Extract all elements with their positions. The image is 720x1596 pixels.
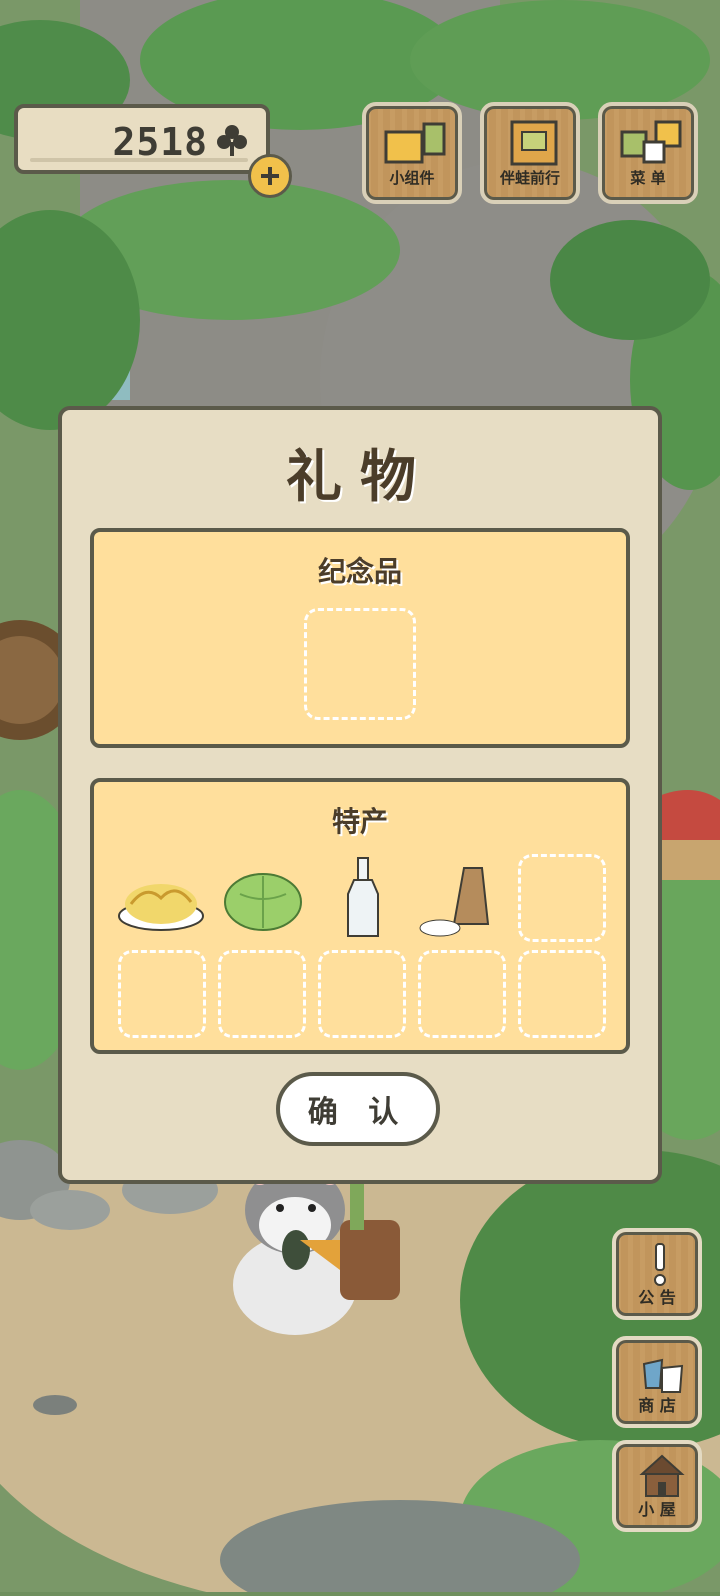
notice-button-label: 公 告 — [638, 1288, 676, 1307]
fried-noodles-icon[interactable] — [116, 854, 206, 944]
journal-icon — [510, 120, 558, 166]
specialty-slot[interactable] — [518, 854, 606, 942]
menu-button[interactable]: 菜 单 — [598, 102, 698, 204]
house-icon — [639, 1454, 685, 1497]
dialog-title: 礼物 — [286, 444, 434, 510]
menu-button-label: 菜 单 — [630, 169, 666, 187]
exclamation-icon — [654, 1243, 666, 1286]
clover-counter: 2518 — [14, 104, 270, 174]
shop-button[interactable]: 商 店 — [612, 1336, 702, 1428]
rice-sack-icon[interactable] — [418, 854, 508, 944]
confirm-button[interactable]: 确 认 — [276, 1072, 440, 1146]
shop-bags-icon — [642, 1358, 684, 1393]
widget-button-label: 小组件 — [389, 169, 435, 187]
souvenir-panel: 纪念品 — [90, 528, 630, 748]
clover-icon — [217, 125, 247, 156]
specialty-slot[interactable] — [518, 950, 606, 1038]
widget-icon — [384, 122, 446, 164]
specialty-slot[interactable] — [418, 950, 506, 1038]
specialty-panel: 特产 — [90, 778, 630, 1054]
widget-button[interactable]: 小组件 — [362, 102, 462, 204]
house-button[interactable]: 小 屋 — [612, 1440, 702, 1532]
specialty-slot[interactable] — [318, 950, 406, 1038]
specialty-slot[interactable] — [218, 950, 306, 1038]
souvenir-slot[interactable] — [304, 608, 416, 720]
add-clover-button[interactable] — [248, 154, 292, 198]
glass-bottle-icon[interactable] — [318, 854, 408, 944]
notice-button[interactable]: 公 告 — [612, 1228, 702, 1320]
journey-button[interactable]: 伴蛙前行 — [480, 102, 580, 204]
house-button-label: 小 屋 — [638, 1500, 676, 1519]
journey-button-label: 伴蛙前行 — [499, 169, 560, 187]
souvenir-title: 纪念品 — [317, 555, 402, 588]
specialty-title: 特产 — [331, 805, 388, 838]
shop-button-label: 商 店 — [638, 1396, 676, 1415]
menu-cards-icon — [620, 120, 682, 164]
gift-dialog: 礼物 纪念品 特产 确 认 — [58, 406, 662, 1184]
clover-bar — [30, 158, 248, 162]
specialty-slot[interactable] — [118, 950, 206, 1038]
plus-icon — [261, 167, 279, 185]
cabbage-icon[interactable] — [218, 854, 308, 944]
